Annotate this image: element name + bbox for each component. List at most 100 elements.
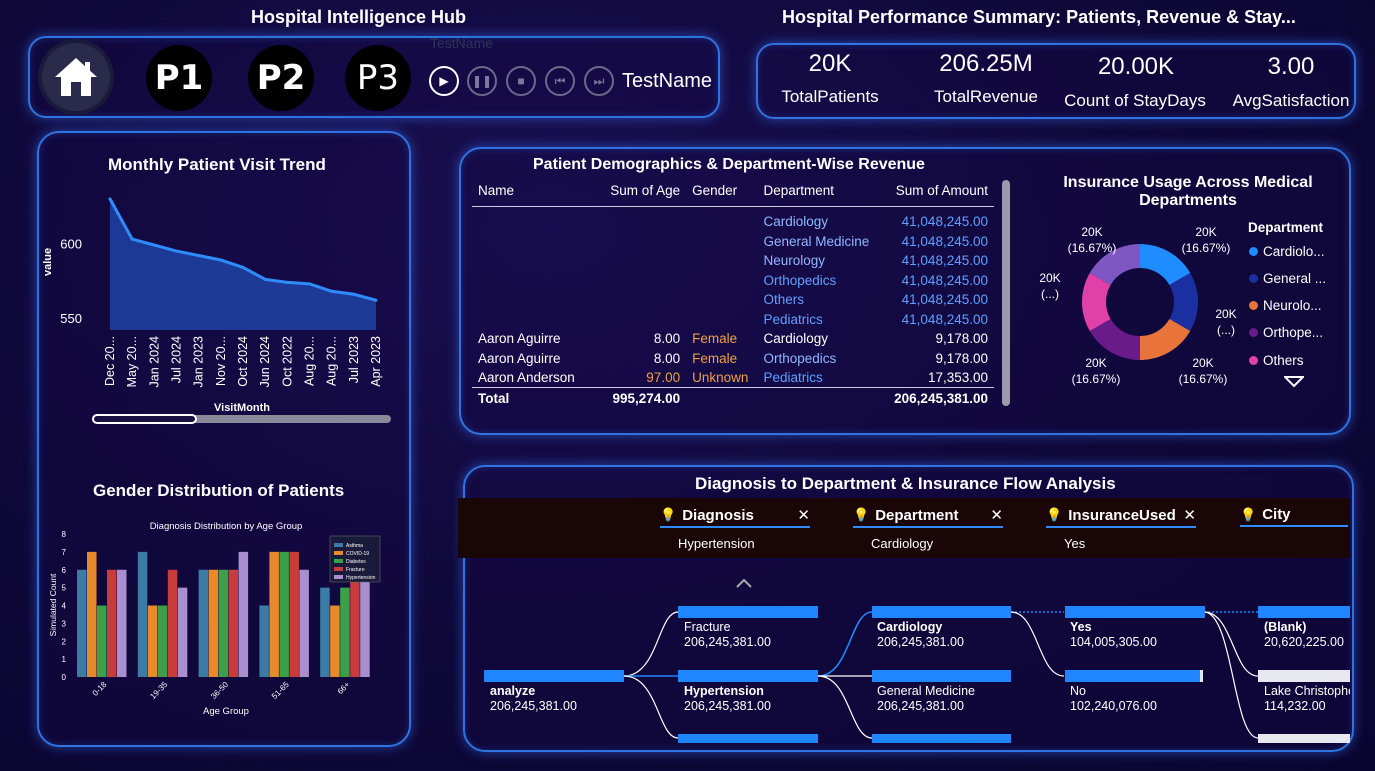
gender-inner-title: Diagnosis Distribution by Age Group xyxy=(150,521,303,532)
legend-dot xyxy=(1249,274,1258,283)
legend-more-icon[interactable] xyxy=(1284,376,1304,388)
flow-bar-city[interactable] xyxy=(1258,606,1350,618)
x-tick-label: May 20... xyxy=(125,336,139,387)
x-tick-label: Aug 20... xyxy=(325,336,339,386)
col-department[interactable]: Department xyxy=(757,176,881,206)
table-row[interactable]: Neurology 41,048,245.00 xyxy=(472,251,994,271)
legend-swatch xyxy=(334,567,343,571)
legend-label: Asthma xyxy=(346,543,363,549)
kpi-satisfaction-value: 3.00 xyxy=(1267,53,1315,80)
scrollbar-thumb[interactable] xyxy=(92,414,197,424)
flow-node-diag[interactable]: Fracture 206,245,381.00 xyxy=(684,620,771,650)
table-scrollbar[interactable] xyxy=(1002,180,1010,406)
x-tick-label: Aug 20... xyxy=(303,336,317,386)
pause-icon: ❚❚ xyxy=(471,74,493,88)
flow-connectors xyxy=(623,611,1259,739)
kpi-satisfaction-label: AvgSatisfaction xyxy=(1232,91,1350,110)
flow-bar-dept[interactable] xyxy=(872,670,1011,682)
gender-chart: Diagnosis Distribution by Age Group 0 1 2 3 4… xyxy=(48,521,381,717)
table-row[interactable]: Pediatrics 41,048,245.00 xyxy=(472,310,994,330)
table-row[interactable]: Aaron Aguirre 8.00 Female Orthopedics 9,178.… xyxy=(472,349,994,369)
bar xyxy=(147,605,158,677)
flow-bar-root[interactable] xyxy=(484,670,624,682)
flow-bar-ins[interactable] xyxy=(1065,606,1205,618)
trend-point xyxy=(374,298,378,302)
legend-dot xyxy=(1249,356,1258,365)
nav-p2-button[interactable]: P2 xyxy=(248,45,314,111)
flow-node-ins[interactable]: Yes 104,005,305.00 xyxy=(1070,620,1157,650)
filter-department[interactable]: 💡 Department ✕ Cardiology xyxy=(853,506,1003,551)
x-tick-label: Oct 2022 xyxy=(280,336,294,387)
filter-city[interactable]: 💡 City xyxy=(1240,506,1348,535)
next-button[interactable]: ⏭ xyxy=(584,66,614,96)
flow-node-city[interactable]: (Blank) 20,620,225.00 xyxy=(1264,620,1344,650)
trend-point xyxy=(241,265,245,269)
stop-button[interactable]: ■ xyxy=(506,66,536,96)
legend-item[interactable]: Neurolo... xyxy=(1249,298,1322,313)
visit-trend-scrollbar[interactable] xyxy=(92,414,391,424)
previous-button[interactable]: ⏮ xyxy=(545,66,575,96)
flow-bar-diag[interactable] xyxy=(678,606,818,618)
close-icon[interactable]: ✕ xyxy=(797,506,810,524)
flow-node-diag[interactable]: Hypertension 206,245,381.00 xyxy=(684,684,771,714)
lightbulb-icon: 💡 xyxy=(1046,507,1063,522)
legend-item[interactable]: General ... xyxy=(1249,271,1326,286)
bar xyxy=(330,605,340,677)
flow-node-dept[interactable]: Cardiology 206,245,381.00 xyxy=(877,620,964,650)
legend-item[interactable]: Orthope... xyxy=(1249,325,1323,340)
flow-bar-ins[interactable] xyxy=(1065,670,1203,682)
filter-insurance[interactable]: 💡 InsuranceUsed ✕ Yes xyxy=(1046,506,1196,551)
kpi-stay-days-value: 20.00K xyxy=(1097,53,1175,80)
legend-item[interactable]: Cardiolo... xyxy=(1249,244,1325,259)
legend-label: Diabetes xyxy=(346,559,366,565)
close-icon[interactable]: ✕ xyxy=(990,506,1003,524)
x-tick-label: 19-35 xyxy=(148,680,169,701)
table-row[interactable]: Aaron Aguirre 8.00 Female Cardiology 9,178.0… xyxy=(472,329,994,349)
col-gender[interactable]: Gender xyxy=(686,176,757,206)
trend-point xyxy=(308,282,311,286)
col-name[interactable]: Name xyxy=(472,176,584,206)
home-button[interactable] xyxy=(42,43,110,111)
flow-bar-diag[interactable] xyxy=(678,734,818,743)
trend-point xyxy=(285,280,289,284)
table-row[interactable]: Cardiology 41,048,245.00 xyxy=(472,212,994,232)
flow-node-city[interactable]: Lake Christophe 114,232.00 xyxy=(1264,684,1350,714)
bar xyxy=(157,605,168,677)
play-button[interactable]: ▶ xyxy=(429,66,459,96)
col-amount[interactable]: Sum of Amount xyxy=(882,176,994,206)
bar xyxy=(320,587,330,677)
table-row[interactable]: Aaron Anderson 97.00 Unknown Pediatrics 17,3… xyxy=(472,368,994,388)
col-age[interactable]: Sum of Age xyxy=(584,176,686,206)
legend-label: COVID-19 xyxy=(346,551,369,557)
bar xyxy=(198,569,209,677)
bar xyxy=(228,569,239,677)
nav-p1-button[interactable]: P1 xyxy=(146,45,212,111)
legend-item[interactable]: Others xyxy=(1249,353,1304,368)
flow-node-root[interactable]: analyze 206,245,381.00 xyxy=(490,684,577,714)
bar xyxy=(279,551,289,677)
flow-bar-dept[interactable] xyxy=(872,734,1011,743)
flow-bar-city[interactable] xyxy=(1258,734,1350,743)
bar xyxy=(259,605,269,677)
table-row[interactable]: Orthopedics 41,048,245.00 xyxy=(472,271,994,291)
demographics-table: Name Sum of Age Gender Department Sum of… xyxy=(472,176,994,410)
flow-bar-city[interactable] xyxy=(1258,670,1350,682)
donut-percent-label: (...) xyxy=(1217,323,1235,337)
table-row[interactable]: General Medicine 41,048,245.00 xyxy=(472,232,994,252)
kpi-total-revenue-value: 206.25M xyxy=(939,50,1033,77)
bar xyxy=(167,569,178,677)
filter-diagnosis[interactable]: 💡 Diagnosis ✕ Hypertension xyxy=(660,506,810,551)
donut-value-label: 20K xyxy=(1192,356,1213,370)
pause-button[interactable]: ❚❚ xyxy=(467,66,497,96)
flow-node-dept[interactable]: General Medicine 206,245,381.00 xyxy=(877,684,975,714)
close-icon[interactable]: ✕ xyxy=(1183,506,1196,524)
lightbulb-icon: 💡 xyxy=(660,507,677,522)
flow-node-ins[interactable]: No 102,240,076.00 xyxy=(1070,684,1157,714)
flow-bar-diag[interactable] xyxy=(678,670,818,682)
bar xyxy=(137,551,148,677)
table-row[interactable]: Others 41,048,245.00 xyxy=(472,290,994,310)
x-tick-label: Jul 2024 xyxy=(170,336,184,383)
demographics-table-wrap: Name Sum of Age Gender Department Sum of… xyxy=(472,176,996,410)
nav-p3-button[interactable]: P3 xyxy=(345,45,411,111)
flow-bar-dept[interactable] xyxy=(872,606,1011,618)
